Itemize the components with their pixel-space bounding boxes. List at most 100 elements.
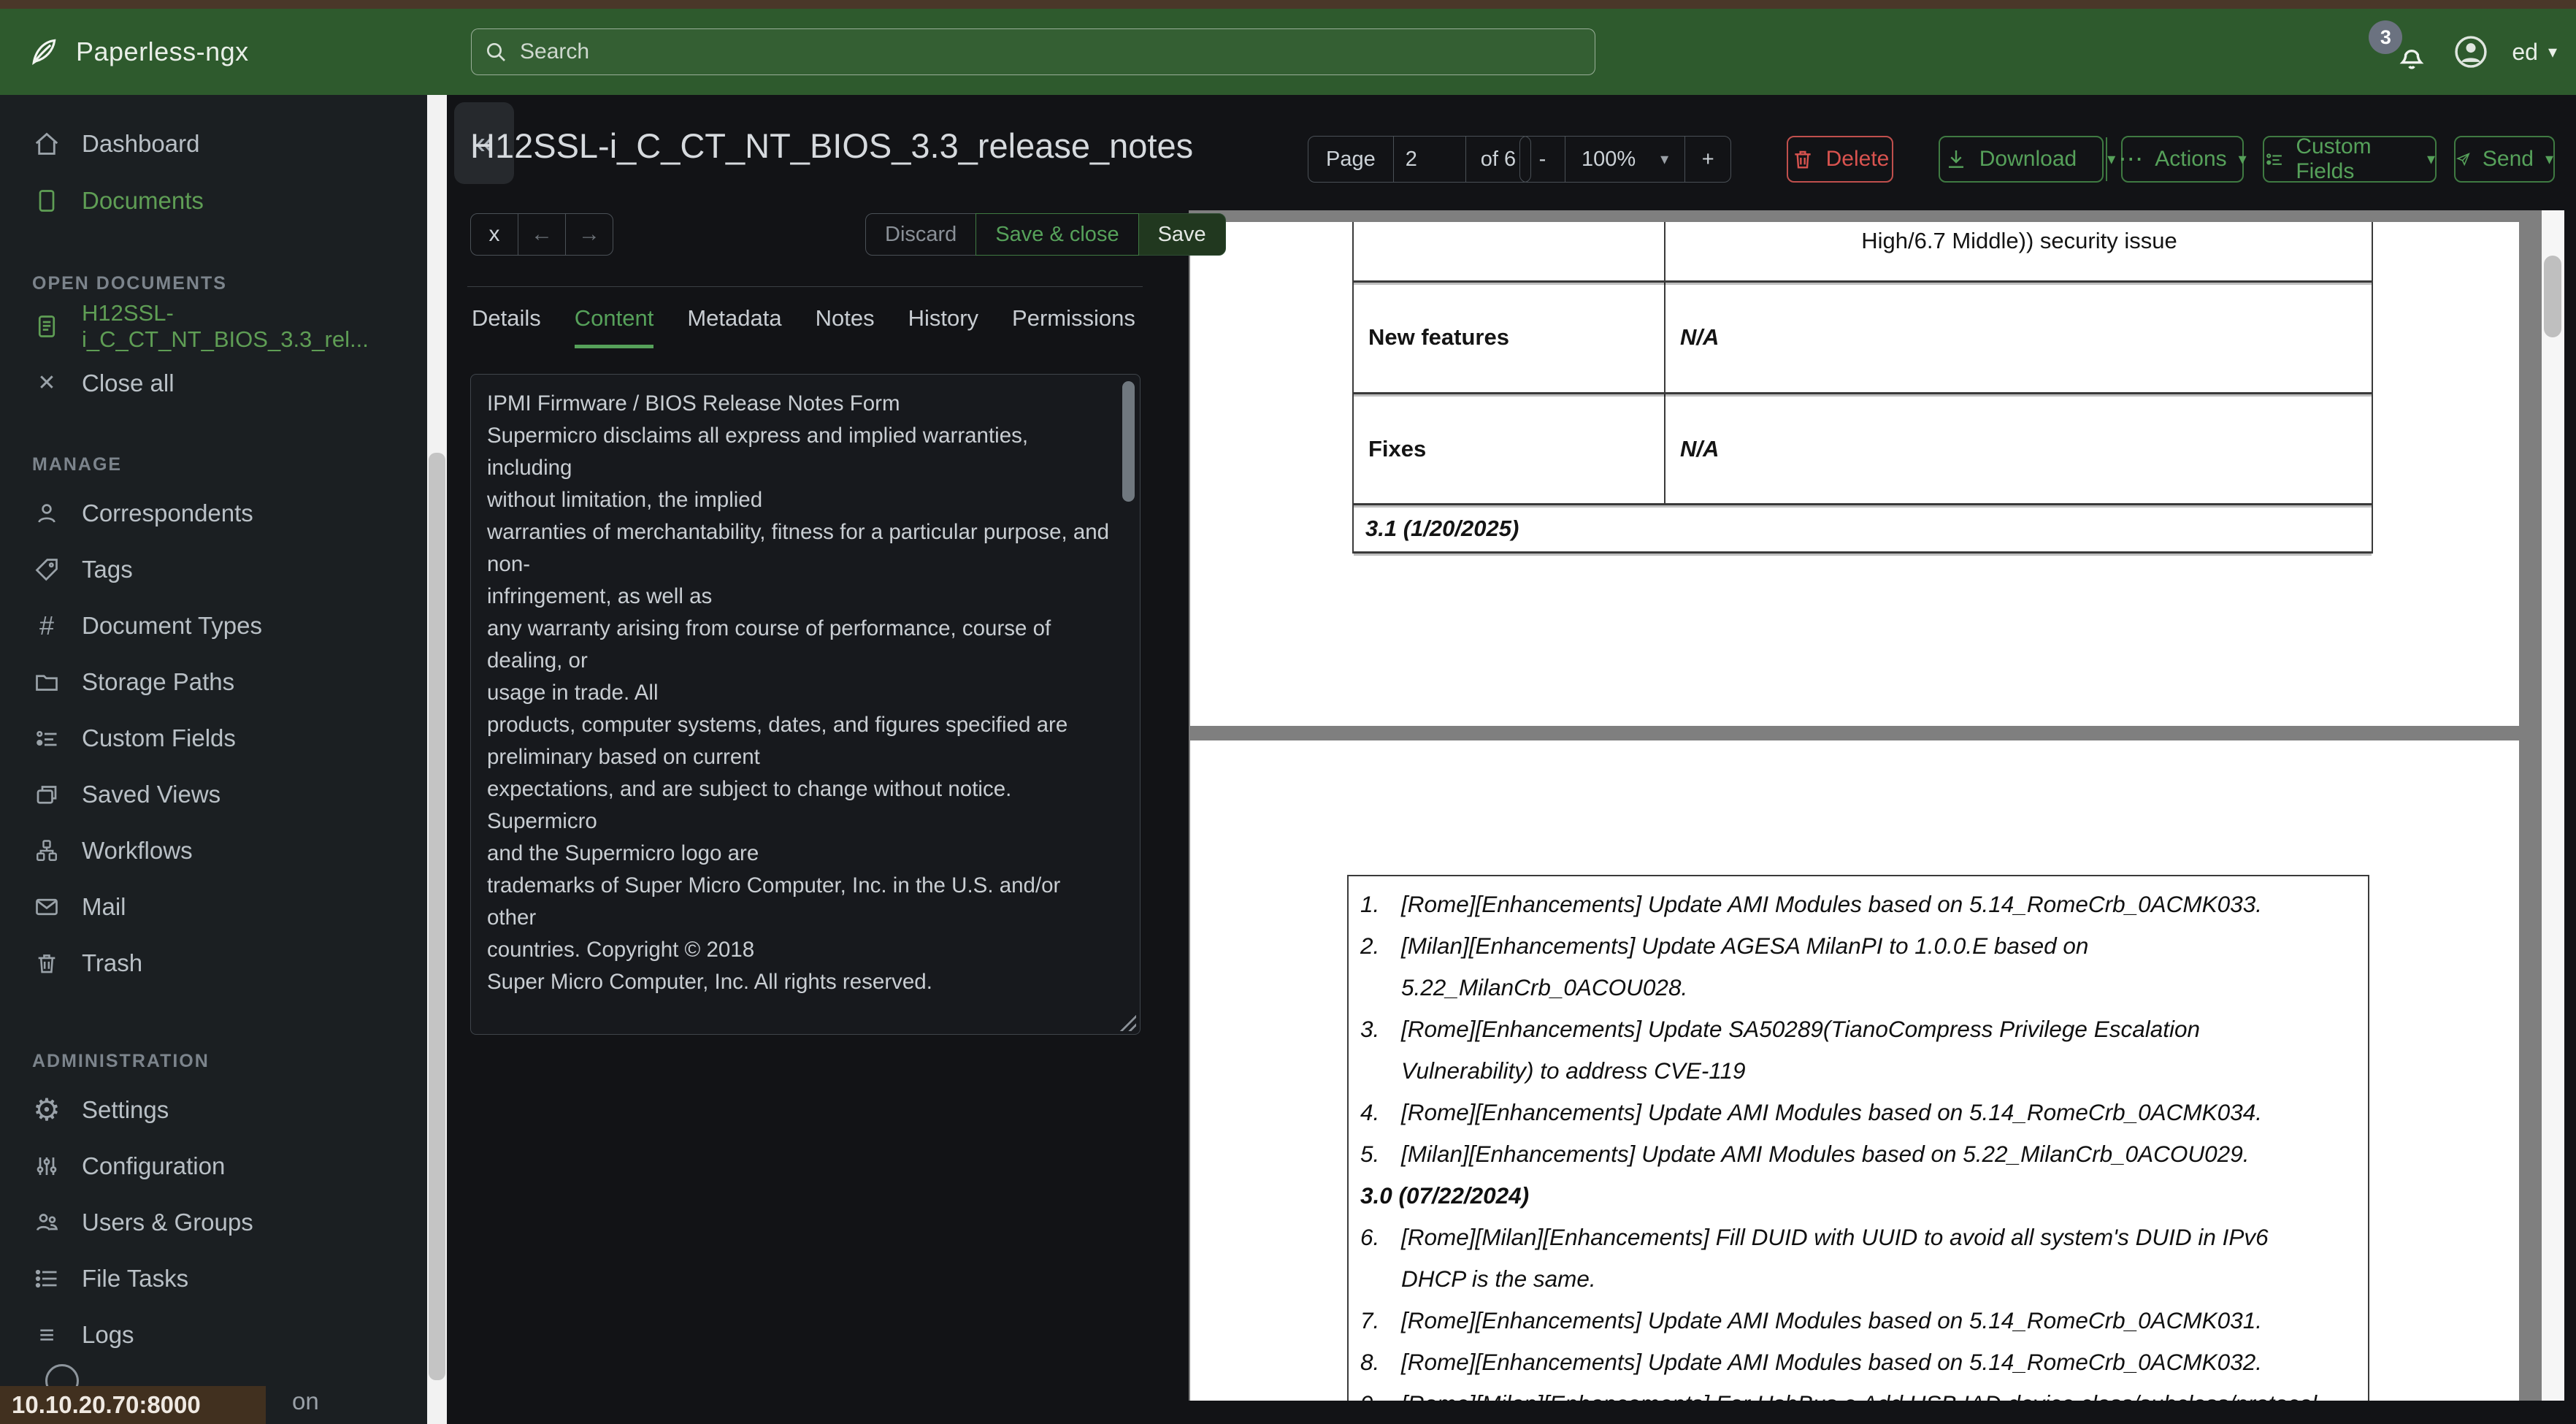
document-icon bbox=[32, 186, 61, 215]
administration-header: ADMINISTRATION bbox=[32, 1050, 210, 1071]
sidebar-item-users-groups[interactable]: Users & Groups bbox=[0, 1194, 427, 1250]
tab-notes[interactable]: Notes bbox=[816, 305, 875, 348]
table-cell-label: New features bbox=[1368, 324, 1509, 350]
list-item: 9.[Rome][Milan][Enhancements] For UsbBus… bbox=[1360, 1383, 2347, 1401]
stacked-cards-icon bbox=[32, 780, 61, 809]
download-button[interactable]: Download ▾ bbox=[1939, 136, 2115, 183]
field-list-icon bbox=[2266, 153, 2282, 165]
home-icon bbox=[32, 129, 61, 158]
sidebar-item-dashboard[interactable]: Dashboard bbox=[0, 115, 427, 172]
send-icon bbox=[2456, 153, 2470, 166]
sidebar-item-saved-views[interactable]: Saved Views bbox=[0, 766, 427, 822]
sidebar-item-label: Configuration bbox=[82, 1152, 226, 1179]
close-document-button[interactable]: x bbox=[470, 213, 518, 256]
textarea-scrollbar-thumb[interactable] bbox=[1122, 381, 1135, 502]
gear-icon: ⚙ bbox=[33, 1092, 61, 1127]
sidebar-item-custom-fields[interactable]: Custom Fields bbox=[0, 710, 427, 766]
table-cell-value: High/6.7 Middle)) security issue bbox=[1861, 228, 2177, 253]
actions-button[interactable]: ⋯ Actions ▾ bbox=[2118, 136, 2247, 183]
main-content: « H12SSL-i_C_CT_NT_BIOS_3.3_release_note… bbox=[447, 95, 2576, 1424]
sidebar-item-label: Trash bbox=[82, 949, 143, 976]
sidebar-scrollbar-thumb[interactable] bbox=[429, 453, 445, 1380]
save-button-group: Discard Save & close Save bbox=[865, 213, 1226, 256]
save-button[interactable]: Save bbox=[1138, 213, 1226, 256]
zoom-in-button[interactable]: + bbox=[1685, 137, 1730, 182]
sidebar-item-trash[interactable]: Trash bbox=[0, 935, 427, 991]
tab-content[interactable]: Content bbox=[574, 305, 654, 348]
sidebar-item-logs[interactable]: ≡ Logs bbox=[0, 1306, 427, 1363]
tab-permissions[interactable]: Permissions bbox=[1012, 305, 1135, 348]
close-all-label: Close all bbox=[82, 370, 175, 397]
sidebar-item-storage-paths[interactable]: Storage Paths bbox=[0, 654, 427, 710]
tag-icon bbox=[32, 555, 61, 584]
close-icon: ✕ bbox=[37, 371, 56, 395]
send-button[interactable]: Send ▾ bbox=[2454, 136, 2555, 183]
navbar-right: 3 ed ▾ bbox=[2369, 9, 2557, 95]
global-search bbox=[471, 28, 1595, 75]
tab-history[interactable]: History bbox=[908, 305, 978, 348]
next-document-button[interactable]: → bbox=[565, 213, 613, 256]
sidebar-item-file-tasks[interactable]: File Tasks bbox=[0, 1250, 427, 1306]
trash-icon bbox=[1794, 150, 1811, 169]
download-options-button[interactable]: ▾ bbox=[2106, 137, 2115, 181]
search-input[interactable] bbox=[471, 28, 1595, 75]
discard-button[interactable]: Discard bbox=[865, 213, 977, 256]
brand[interactable]: Paperless-ngx bbox=[28, 9, 249, 95]
notifications-button[interactable]: 3 bbox=[2369, 20, 2430, 73]
hash-icon: # bbox=[39, 610, 55, 640]
window-title-strip bbox=[0, 0, 2576, 9]
actions-label: Actions bbox=[2155, 147, 2227, 171]
field-list-icon bbox=[32, 724, 61, 753]
list-item: 2. [Milan][Enhancements] Update AGESA Mil… bbox=[1360, 933, 2089, 1000]
lines-icon: ≡ bbox=[39, 1319, 55, 1350]
workflow-boxes-icon bbox=[32, 836, 61, 865]
sidebar-item-configuration[interactable]: Configuration bbox=[0, 1138, 427, 1194]
sidebar-item-correspondents[interactable]: Correspondents bbox=[0, 485, 427, 541]
sidebar-item-documents[interactable]: Documents bbox=[0, 172, 427, 229]
chevron-down-icon: ▾ bbox=[2426, 150, 2435, 168]
sidebar-item-document-types[interactable]: # Document Types bbox=[0, 597, 427, 654]
table-cell-label: Fixes bbox=[1368, 435, 1427, 462]
ellipsis-icon: ⋯ bbox=[2118, 145, 2144, 173]
sidebar-item-mail[interactable]: Mail bbox=[0, 878, 427, 935]
sidebar-item-tags[interactable]: Tags bbox=[0, 541, 427, 597]
close-all-button[interactable]: ✕ Close all bbox=[0, 355, 427, 412]
page-label: Page bbox=[1308, 137, 1394, 182]
editor-nav-buttons: x ← → bbox=[470, 213, 613, 256]
download-label: Download bbox=[1979, 147, 2077, 171]
chevron-down-icon: ▾ bbox=[2545, 150, 2553, 168]
custom-fields-button[interactable]: Custom Fields ▾ bbox=[2263, 134, 2437, 183]
editor-tabs: Details Content Metadata Notes History P… bbox=[472, 305, 1135, 348]
page-number-input[interactable] bbox=[1393, 146, 1465, 172]
zoom-out-button[interactable]: - bbox=[1520, 137, 1565, 182]
zoom-control: - 100% ▾ + bbox=[1519, 136, 1732, 183]
user-menu[interactable]: ed ▾ bbox=[2512, 39, 2557, 66]
tab-metadata[interactable]: Metadata bbox=[687, 305, 781, 348]
arrow-right-icon: → bbox=[578, 222, 600, 246]
tab-details[interactable]: Details bbox=[472, 305, 541, 348]
previous-document-button[interactable]: ← bbox=[518, 213, 566, 256]
save-and-close-button[interactable]: Save & close bbox=[975, 213, 1139, 256]
pdf-scrollbar[interactable] bbox=[2542, 210, 2564, 1401]
list-item: 7. [Rome][Enhancements] Update AMI Module… bbox=[1360, 1307, 2262, 1333]
delete-button[interactable]: Delete bbox=[1787, 136, 1893, 183]
sidebar-item-workflows[interactable]: Workflows bbox=[0, 822, 427, 878]
open-document-item[interactable]: H12SSL-i_C_CT_NT_BIOS_3.3_rel... bbox=[0, 298, 427, 355]
content-textarea[interactable]: IPMI Firmware / BIOS Release Notes Form … bbox=[470, 374, 1141, 1035]
table-row-version: 3.1 (1/20/2025) bbox=[1354, 505, 2372, 554]
users-icon bbox=[32, 1208, 61, 1237]
pdf-preview: High/6.7 Middle)) security issue New fea… bbox=[1189, 210, 2564, 1401]
sidebar-item-settings[interactable]: ⚙ Settings bbox=[0, 1082, 427, 1138]
documentation-item-partial[interactable]: on bbox=[292, 1387, 319, 1415]
table-row-new-features: New features N/A bbox=[1354, 283, 2372, 394]
pdf-scrollbar-thumb[interactable] bbox=[2544, 256, 2561, 337]
send-label: Send bbox=[2482, 147, 2534, 171]
chevron-down-icon: ▾ bbox=[1660, 150, 1669, 168]
table-cell-value: N/A bbox=[1680, 435, 1720, 462]
download-main[interactable]: Download bbox=[1927, 137, 2094, 181]
user-avatar-icon[interactable] bbox=[2452, 33, 2490, 71]
zoom-select[interactable]: 100% ▾ bbox=[1565, 137, 1686, 182]
pdf-page-1: High/6.7 Middle)) security issue New fea… bbox=[1190, 222, 2519, 726]
sidebar-item-label: Custom Fields bbox=[82, 724, 236, 751]
sidebar-scrollbar[interactable] bbox=[427, 95, 447, 1424]
